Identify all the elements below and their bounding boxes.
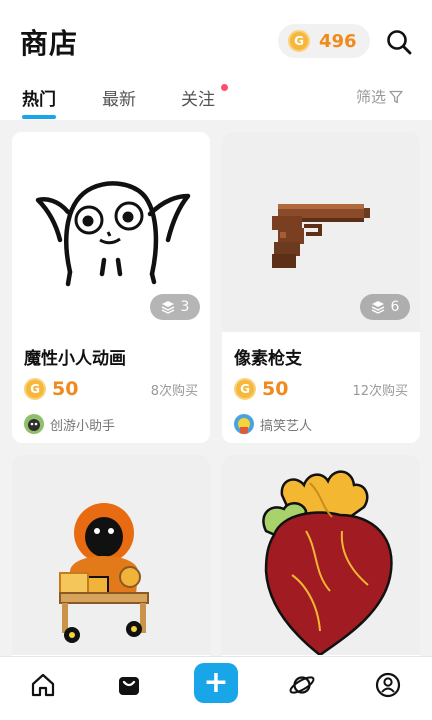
avatar [234, 414, 254, 434]
author-name: 搞笑艺人 [260, 418, 313, 434]
product-card[interactable] [222, 455, 420, 670]
add-button[interactable]: + [194, 663, 238, 703]
home-icon [31, 673, 55, 697]
layers-icon [161, 301, 174, 314]
tab-hot[interactable]: 热门 [22, 85, 56, 110]
layer-count: 6 [390, 299, 400, 315]
nav-profile[interactable] [370, 667, 406, 703]
price-row: G 50 12次购买 [234, 376, 408, 402]
nav-home[interactable] [25, 667, 61, 703]
product-card[interactable] [12, 455, 210, 670]
coin-icon: G [234, 378, 256, 400]
coin-icon: G [24, 378, 46, 400]
product-title: 像素枪支 [234, 349, 302, 369]
purchase-count: 12次购买 [352, 383, 408, 399]
bottom-nav: + [0, 656, 432, 720]
planet-icon [289, 676, 315, 694]
top-bar: 商店 G 496 热门 最新 关注 筛选 [0, 0, 432, 120]
author-name: 创游小助手 [50, 418, 116, 434]
shop-bag-icon [119, 677, 139, 695]
product-image [12, 455, 210, 655]
tab-bar: 热门 最新 关注 筛选 [0, 80, 432, 120]
product-card[interactable]: 6 像素枪支 G 50 12次购买 搞笑艺人 [222, 132, 420, 443]
profile-icon [375, 672, 401, 698]
nav-explore[interactable] [284, 667, 320, 703]
filter-icon [389, 90, 403, 103]
product-price: 50 [52, 378, 79, 400]
coin-icon: G [288, 30, 310, 52]
add-icon: + [203, 665, 229, 700]
layer-count-badge: 6 [360, 294, 410, 320]
search-button[interactable] [385, 28, 413, 56]
active-tab-indicator [22, 115, 56, 119]
author-row[interactable]: 搞笑艺人 [234, 414, 312, 434]
author-row[interactable]: 创游小助手 [24, 414, 115, 434]
tab-latest[interactable]: 最新 [102, 85, 136, 110]
filter-button[interactable]: 筛选 [356, 86, 403, 107]
coin-count: 496 [319, 30, 357, 52]
hooded-kid-icon [59, 503, 149, 643]
tab-following[interactable]: 关注 [181, 85, 215, 110]
product-price: 50 [262, 378, 289, 400]
product-image: 3 [12, 132, 210, 332]
purchase-count: 8次购买 [150, 383, 198, 399]
anatomical-heart-icon [262, 470, 393, 657]
product-card[interactable]: 3 魔性小人动画 G 50 8次购买 创游小助手 [12, 132, 210, 443]
page-title: 商店 [20, 27, 79, 60]
price-row: G 50 8次购买 [24, 376, 198, 402]
search-icon [387, 30, 412, 55]
product-title: 魔性小人动画 [24, 349, 126, 369]
product-image: 6 [222, 132, 420, 332]
notification-dot [221, 84, 228, 91]
layer-count-badge: 3 [150, 294, 200, 320]
layers-icon [371, 301, 384, 314]
nav-shop[interactable] [111, 667, 147, 703]
coin-balance[interactable]: G 496 [278, 24, 370, 58]
avatar [24, 414, 44, 434]
product-image [222, 455, 420, 657]
filter-label: 筛选 [356, 88, 387, 106]
layer-count: 3 [180, 299, 190, 315]
